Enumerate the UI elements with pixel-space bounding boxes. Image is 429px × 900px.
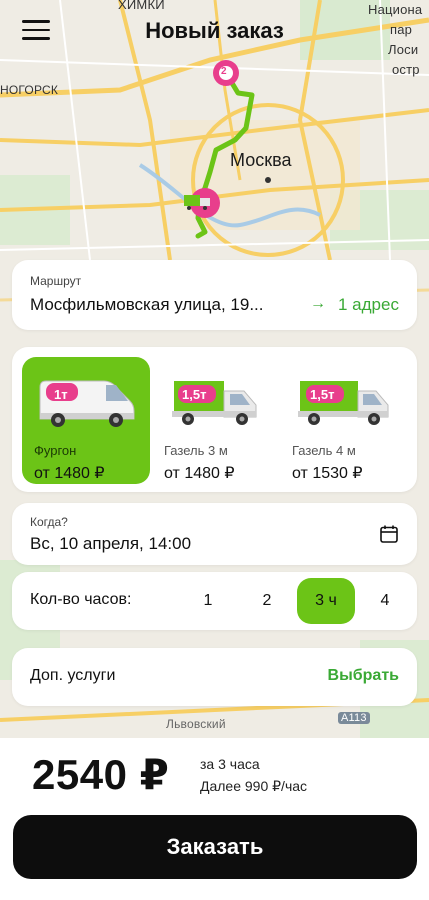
when-label: Когда? xyxy=(30,515,68,529)
order-summary-panel: 2540 ₽ за 3 часа Далее 990 ₽/час Заказат… xyxy=(0,738,429,900)
map-label-lvovsky: Львовский xyxy=(166,717,226,731)
vehicle-price: от 1480 ₽ xyxy=(34,465,105,482)
truck-icon xyxy=(298,381,389,425)
route-addresses-count[interactable]: 1 адрес xyxy=(338,295,399,315)
header: Новый заказ xyxy=(0,0,429,66)
price-extra-rate-note: Далее 990 ₽/час xyxy=(200,778,308,794)
hours-label: Кол-во часов: xyxy=(30,591,132,608)
total-price: 2540 ₽ xyxy=(32,751,170,798)
route-from-address[interactable]: Мосфильмовская улица, 19... xyxy=(30,295,264,315)
vehicle-name: Газель 4 м xyxy=(292,443,356,458)
hours-option-1[interactable]: 1 xyxy=(179,578,237,624)
vehicle-option-gazelle-3m[interactable]: 1,5т Газель 3 м от 1480 ₽ xyxy=(152,357,280,484)
vehicle-option-gazelle-4m[interactable]: 1,5т Газель 4 м от 1530 ₽ xyxy=(280,357,408,484)
vehicle-price: от 1530 ₽ xyxy=(292,465,363,482)
extra-services-card[interactable]: Доп. услуги Выбрать xyxy=(12,648,417,706)
calendar-icon[interactable] xyxy=(379,524,399,544)
map-label-krasnogorsk: НОГОРСК xyxy=(0,83,59,97)
vehicle-option-van[interactable]: 1т Фургон от 1480 ₽ xyxy=(22,357,150,484)
extra-services-label: Доп. услуги xyxy=(30,667,116,684)
hours-option-3[interactable]: 3 ч xyxy=(297,578,355,624)
destination-pin-number: 2 xyxy=(221,66,227,77)
vehicle-price: от 1480 ₽ xyxy=(164,465,235,482)
page-title: Новый заказ xyxy=(145,18,284,43)
select-services-button[interactable]: Выбрать xyxy=(328,667,399,685)
hours-option-4[interactable]: 4 xyxy=(356,578,414,624)
vehicle-capacity-badge: 1т xyxy=(54,387,68,402)
truck-icon xyxy=(172,381,257,425)
vehicle-capacity-badge: 1,5т xyxy=(182,387,207,402)
route-card[interactable]: Маршрут Мосфильмовская улица, 19... → 1 … xyxy=(12,260,417,330)
datetime-picker[interactable]: Когда? Вс, 10 апреля, 14:00 xyxy=(12,503,417,565)
order-button[interactable]: Заказать xyxy=(13,815,417,879)
price-duration-note: за 3 часа xyxy=(200,756,260,772)
vehicle-capacity-badge: 1,5т xyxy=(310,387,335,402)
map-label-moscow: Москва xyxy=(230,150,292,170)
when-value: Вс, 10 апреля, 14:00 xyxy=(30,534,192,553)
vehicle-name: Фургон xyxy=(34,443,77,458)
vehicle-name: Газель 3 м xyxy=(164,443,228,458)
route-label: Маршрут xyxy=(30,274,82,288)
hours-option-2[interactable]: 2 xyxy=(238,578,296,624)
arrow-right-icon: → xyxy=(310,295,326,312)
hours-selector: Кол-во часов: 1 2 3 ч 4 xyxy=(12,572,417,630)
map-label-road: A113 xyxy=(338,712,370,724)
van-icon xyxy=(39,380,135,427)
vehicle-selector: 1т Фургон от 1480 ₽ 1,5т Газель 3 м от 1… xyxy=(12,347,417,492)
